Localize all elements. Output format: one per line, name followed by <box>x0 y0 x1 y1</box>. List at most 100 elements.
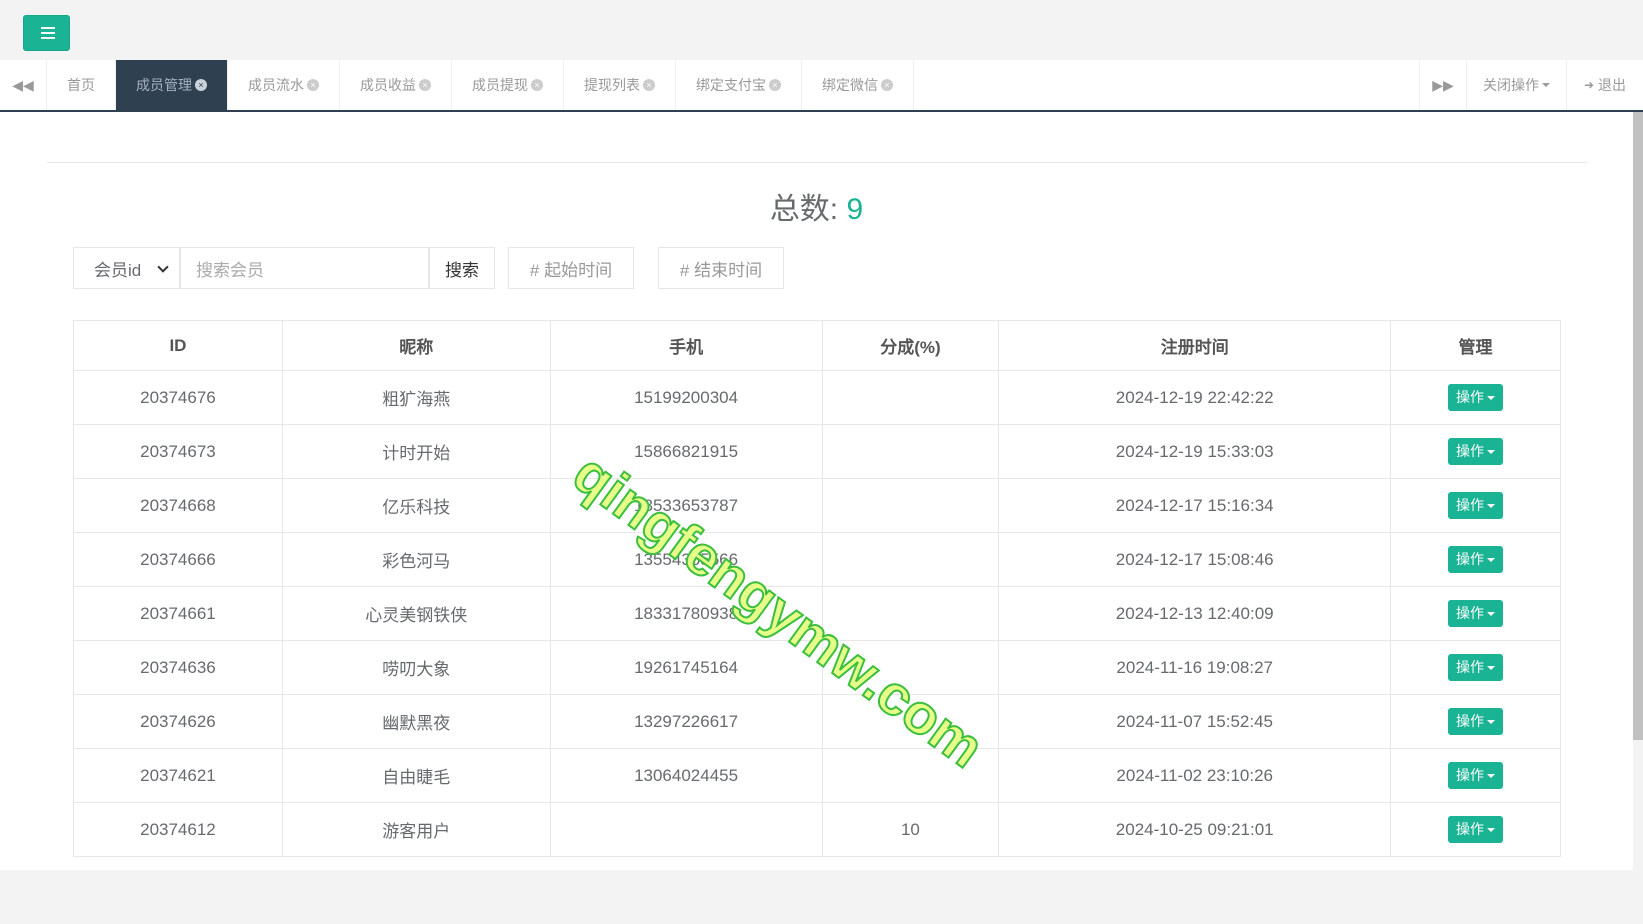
cell-nickname: 粗犷海燕 <box>281 370 551 425</box>
table-row: 20374612 游客用户 10 2024-10-25 09:21:01 操作 <box>73 802 1561 857</box>
action-dropdown-button[interactable]: 操作 <box>1448 816 1504 843</box>
cell-share <box>821 424 1000 479</box>
tab-list: 首页 成员管理 × 成员流水 × 成员收益 × 成员提现 × 提现列表 × 绑定支付宝 × 绑定微信 × <box>47 60 914 110</box>
cell-nickname: 心灵美钢铁侠 <box>281 586 551 641</box>
tab-0[interactable]: 首页 <box>47 60 116 110</box>
action-dropdown-button[interactable]: 操作 <box>1448 546 1504 573</box>
tab-label: 绑定微信 <box>822 77 878 93</box>
tab-3[interactable]: 成员收益 × <box>340 60 452 110</box>
tab-label: 成员收益 <box>360 77 416 93</box>
cell-time: 2024-12-17 15:08:46 <box>998 532 1392 587</box>
cell-nickname: 幽默黑夜 <box>281 694 551 749</box>
tab-5[interactable]: 提现列表 × <box>564 60 676 110</box>
cell-id: 20374621 <box>73 748 283 803</box>
action-dropdown-button[interactable]: 操作 <box>1448 600 1504 627</box>
column-header-phone: 手机 <box>549 320 823 371</box>
tab-6[interactable]: 绑定支付宝 × <box>676 60 802 110</box>
cell-id: 20374661 <box>73 586 283 641</box>
cell-share: 10 <box>821 802 1000 857</box>
table-row: 20374673 计时开始 15866821915 2024-12-19 15:33:… <box>73 424 1561 479</box>
cell-id: 20374666 <box>73 532 283 587</box>
cell-time: 2024-11-02 23:10:26 <box>998 748 1392 803</box>
table-row: 20374661 心灵美钢铁侠 18331780938 2024-12-13 12:4… <box>73 586 1561 641</box>
cell-nickname: 自由睫毛 <box>281 748 551 803</box>
caret-down-icon <box>1487 450 1496 455</box>
cell-share <box>821 478 1000 533</box>
cell-time: 2024-10-25 09:21:01 <box>998 802 1392 857</box>
caret-down-icon <box>1487 720 1496 725</box>
cell-nickname: 计时开始 <box>281 424 551 479</box>
search-button[interactable]: 搜索 <box>429 247 495 289</box>
cell-phone: 18533653787 <box>549 478 823 533</box>
tab-1[interactable]: 成员管理 × <box>116 60 228 110</box>
logout-button[interactable]: ➜ 退出 <box>1566 60 1643 110</box>
cell-id: 20374612 <box>73 802 283 857</box>
search-field-value: 会员id <box>94 260 142 280</box>
cell-manage: 操作 <box>1390 802 1561 857</box>
action-label: 操作 <box>1456 605 1485 621</box>
cell-phone: 19261745164 <box>549 640 823 695</box>
cell-manage: 操作 <box>1390 586 1561 641</box>
hamburger-icon[interactable] <box>23 15 70 51</box>
action-dropdown-button[interactable]: 操作 <box>1448 492 1504 519</box>
column-header-share: 分成(%) <box>821 320 1000 371</box>
action-dropdown-button[interactable]: 操作 <box>1448 762 1504 789</box>
cell-time: 2024-12-19 15:33:03 <box>998 424 1392 479</box>
tab-close-icon[interactable]: × <box>881 79 893 91</box>
close-operations-label: 关闭操作 <box>1483 77 1539 93</box>
tab-close-icon[interactable]: × <box>531 79 543 91</box>
tab-bar: ◀◀ 首页 成员管理 × 成员流水 × 成员收益 × 成员提现 × 提现列表 × 绑定支付宝 × 绑定微信… <box>0 60 1643 112</box>
logout-icon: ➜ <box>1583 78 1595 92</box>
cell-share <box>821 586 1000 641</box>
cell-manage: 操作 <box>1390 370 1561 425</box>
caret-down-icon <box>1487 612 1496 617</box>
cell-share <box>821 748 1000 803</box>
action-dropdown-button[interactable]: 操作 <box>1448 384 1504 411</box>
tab-close-icon[interactable]: × <box>195 79 207 91</box>
start-time-input[interactable]: # 起始时间 <box>508 247 634 289</box>
cell-id: 20374676 <box>73 370 283 425</box>
action-dropdown-button[interactable]: 操作 <box>1448 708 1504 735</box>
tab-2[interactable]: 成员流水 × <box>228 60 340 110</box>
table-row: 20374666 彩色河马 13554365566 2024-12-17 15:08:… <box>73 532 1561 587</box>
cell-id: 20374636 <box>73 640 283 695</box>
action-dropdown-button[interactable]: 操作 <box>1448 654 1504 681</box>
caret-down-icon <box>1487 504 1496 509</box>
start-time-placeholder: # 起始时间 <box>529 260 613 280</box>
search-input[interactable]: 搜索会员 <box>180 247 429 289</box>
cell-nickname: 彩色河马 <box>281 532 551 587</box>
table-header-row: ID 昵称 手机 分成(%) 注册时间 管理 <box>73 320 1561 371</box>
action-label: 操作 <box>1456 497 1485 513</box>
search-field-select[interactable]: 会员id <box>73 247 180 289</box>
end-time-input[interactable]: # 结束时间 <box>658 247 784 289</box>
cell-manage: 操作 <box>1390 748 1561 803</box>
cell-phone <box>549 802 823 857</box>
cell-phone: 13064024455 <box>549 748 823 803</box>
tab-4[interactable]: 成员提现 × <box>452 60 564 110</box>
cell-phone: 13554365566 <box>549 532 823 587</box>
cell-id: 20374668 <box>73 478 283 533</box>
tab-close-icon[interactable]: × <box>419 79 431 91</box>
caret-down-icon <box>1542 83 1550 87</box>
scroll-tabs-right-icon[interactable]: ▶▶ <box>1419 60 1466 110</box>
scroll-tabs-left-icon[interactable]: ◀◀ <box>0 60 47 110</box>
tab-label: 提现列表 <box>584 77 640 93</box>
table-row: 20374626 幽默黑夜 13297226617 2024-11-07 15:52:… <box>73 694 1561 749</box>
close-operations-dropdown[interactable]: 关闭操作 <box>1466 60 1566 110</box>
table-row: 20374668 亿乐科技 18533653787 2024-12-17 15:16:… <box>73 478 1561 533</box>
vertical-scrollbar[interactable] <box>1633 112 1643 740</box>
caret-down-icon <box>1487 774 1496 779</box>
tab-7[interactable]: 绑定微信 × <box>802 60 914 110</box>
action-label: 操作 <box>1456 389 1485 405</box>
cell-manage: 操作 <box>1390 694 1561 749</box>
column-header-nickname: 昵称 <box>281 320 551 371</box>
action-label: 操作 <box>1456 551 1485 567</box>
tab-label: 首页 <box>67 77 95 93</box>
action-dropdown-button[interactable]: 操作 <box>1448 438 1504 465</box>
action-label: 操作 <box>1456 821 1485 837</box>
tab-close-icon[interactable]: × <box>643 79 655 91</box>
tab-close-icon[interactable]: × <box>307 79 319 91</box>
caret-down-icon <box>1487 558 1496 563</box>
cell-id: 20374626 <box>73 694 283 749</box>
tab-close-icon[interactable]: × <box>769 79 781 91</box>
